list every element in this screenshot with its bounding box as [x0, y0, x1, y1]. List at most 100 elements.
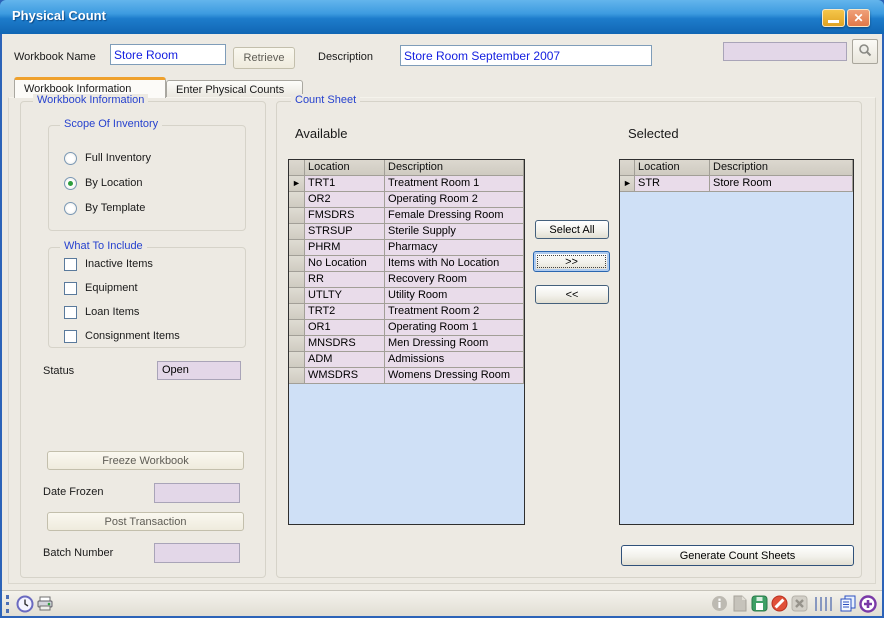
move-right-button[interactable]: >> — [533, 251, 610, 272]
table-cell: Men Dressing Room — [385, 336, 524, 352]
batch-number-field — [154, 543, 240, 563]
table-cell: STRSUP — [305, 224, 385, 240]
selected-table: LocationDescription►STRStore Room — [619, 159, 854, 525]
row-selector — [289, 304, 305, 320]
search-button[interactable] — [852, 39, 878, 64]
table-cell: TRT1 — [305, 176, 385, 192]
tab-enter-physical-counts[interactable]: Enter Physical Counts — [166, 80, 303, 98]
freeze-workbook-button[interactable]: Freeze Workbook — [47, 451, 244, 470]
table-cell: UTLTY — [305, 288, 385, 304]
checkbox-icon[interactable] — [64, 282, 77, 295]
what-to-include-group: What To Include Inactive ItemsEquipmentL… — [48, 247, 246, 348]
radio-by-template[interactable]: By Template — [64, 201, 145, 215]
table-cell: Operating Room 2 — [385, 192, 524, 208]
table-cell: Operating Room 1 — [385, 320, 524, 336]
table-row[interactable]: STRSUPSterile Supply — [289, 224, 524, 240]
post-transaction-button[interactable]: Post Transaction — [47, 512, 244, 531]
table-cell: FMSDRS — [305, 208, 385, 224]
window-title: Physical Count — [12, 8, 106, 23]
table-row[interactable]: ►TRT1Treatment Room 1 — [289, 176, 524, 192]
generate-count-sheets-button[interactable]: Generate Count Sheets — [621, 545, 854, 566]
checkbox-loan-items[interactable]: Loan Items — [64, 305, 139, 319]
option-label: Full Inventory — [85, 152, 151, 164]
table-cell: PHRM — [305, 240, 385, 256]
checkbox-icon[interactable] — [64, 258, 77, 271]
table-row[interactable]: ADMAdmissions — [289, 352, 524, 368]
checkbox-consignment-items[interactable]: Consignment Items — [64, 329, 180, 343]
info-icon[interactable] — [709, 594, 729, 614]
workbook-name-input[interactable] — [110, 44, 226, 65]
workbook-name-label: Workbook Name — [14, 51, 96, 63]
table-cell: Store Room — [710, 176, 853, 192]
table-row[interactable]: OR1Operating Room 1 — [289, 320, 524, 336]
table-cell: Recovery Room — [385, 272, 524, 288]
titlebar[interactable]: Physical Count ✕ — [0, 0, 884, 34]
search-input[interactable] — [723, 42, 847, 61]
row-selector — [289, 368, 305, 384]
table-cell: Treatment Room 2 — [385, 304, 524, 320]
retrieve-button[interactable]: Retrieve — [233, 47, 295, 69]
status-field: Open — [157, 361, 241, 380]
radio-by-location[interactable]: By Location — [64, 176, 142, 190]
row-selector — [289, 272, 305, 288]
workbook-information-group: Workbook Information Scope Of Inventory … — [20, 101, 266, 578]
scope-of-inventory-title: Scope Of Inventory — [60, 118, 162, 130]
table-row[interactable]: WMSDRSWomens Dressing Room — [289, 368, 524, 384]
table-row[interactable]: RRRecovery Room — [289, 272, 524, 288]
table-row[interactable]: ►STRStore Room — [620, 176, 853, 192]
table-row[interactable]: TRT2Treatment Room 2 — [289, 304, 524, 320]
clock-icon[interactable] — [15, 594, 35, 614]
table-row[interactable]: OR2Operating Room 2 — [289, 192, 524, 208]
magnifier-icon — [858, 43, 872, 60]
description-input[interactable] — [400, 45, 652, 66]
row-selector — [289, 208, 305, 224]
table-cell: No Location — [305, 256, 385, 272]
table-cell: OR1 — [305, 320, 385, 336]
move-left-button[interactable]: << — [535, 285, 609, 304]
status-bar — [2, 590, 882, 616]
save-icon[interactable] — [749, 594, 769, 614]
printer-icon[interactable] — [35, 594, 55, 614]
row-selector — [289, 224, 305, 240]
current-row-arrow-icon: ► — [623, 178, 632, 189]
close-x-icon[interactable] — [789, 594, 809, 614]
select-all-button[interactable]: Select All — [535, 220, 609, 239]
row-selector — [289, 352, 305, 368]
option-label: By Location — [85, 177, 142, 189]
close-button[interactable]: ✕ — [847, 9, 870, 27]
copy-documents-icon[interactable] — [838, 594, 858, 614]
checkbox-icon[interactable] — [64, 330, 77, 343]
checkbox-inactive-items[interactable]: Inactive Items — [64, 257, 153, 271]
table-row[interactable]: MNSDRSMen Dressing Room — [289, 336, 524, 352]
current-row-arrow-icon: ► — [292, 178, 301, 189]
minimize-icon — [828, 20, 839, 23]
table-cell: Pharmacy — [385, 240, 524, 256]
no-entry-icon[interactable] — [769, 594, 789, 614]
checkbox-equipment[interactable]: Equipment — [64, 281, 138, 295]
option-label: Inactive Items — [85, 258, 153, 270]
radio-icon[interactable] — [64, 177, 77, 190]
table-row[interactable]: PHRMPharmacy — [289, 240, 524, 256]
column-header: Description — [710, 160, 853, 176]
date-frozen-field — [154, 483, 240, 503]
row-selector: ► — [620, 176, 635, 192]
radio-icon[interactable] — [64, 152, 77, 165]
minimize-button[interactable] — [822, 9, 845, 27]
checkbox-icon[interactable] — [64, 306, 77, 319]
table-cell: Items with No Location — [385, 256, 524, 272]
date-frozen-label: Date Frozen — [43, 486, 104, 498]
table-cell: Utility Room — [385, 288, 524, 304]
document-icon[interactable] — [729, 594, 749, 614]
what-to-include-title: What To Include — [60, 240, 147, 252]
table-row[interactable]: No LocationItems with No Location — [289, 256, 524, 272]
radio-icon[interactable] — [64, 202, 77, 215]
table-row[interactable]: FMSDRSFemale Dressing Room — [289, 208, 524, 224]
row-selector — [289, 256, 305, 272]
add-circle-icon[interactable] — [858, 594, 878, 614]
table-row[interactable]: UTLTYUtility Room — [289, 288, 524, 304]
toolbar-grip[interactable] — [6, 595, 9, 613]
batch-number-label: Batch Number — [43, 547, 113, 559]
radio-full-inventory[interactable]: Full Inventory — [64, 151, 151, 165]
selected-label: Selected — [628, 126, 679, 141]
available-table: LocationDescription►TRT1Treatment Room 1… — [288, 159, 525, 525]
